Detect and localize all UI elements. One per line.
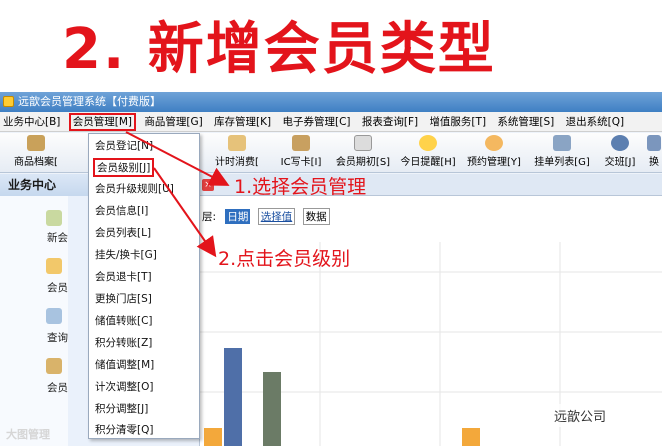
menu-member-management[interactable]: 会员管理[M]: [68, 113, 137, 131]
menu-reports[interactable]: 报表查询[F]: [359, 112, 421, 132]
toolbar-label: 换: [649, 157, 659, 168]
app-icon: [3, 96, 14, 107]
menu-item-upgrade-rules[interactable]: 会员升级规则[U]: [95, 181, 174, 196]
banner: 2. 新增会员类型: [0, 0, 662, 84]
toolbar-member-opening[interactable]: 会员期初[S]: [334, 135, 392, 171]
menu-item-points-adjust[interactable]: 积分调整[J]: [95, 401, 148, 416]
menu-business-center[interactable]: 业务中心[B]: [0, 112, 63, 132]
toolbar-label: 今日提醒[H]: [400, 157, 456, 168]
menu-item-member-level[interactable]: 会员级别[J]: [93, 158, 155, 177]
menu-item-report-loss[interactable]: 挂失/换卡[G]: [95, 247, 157, 262]
menu-item-member-info[interactable]: 会员信息[I]: [95, 203, 148, 218]
chart-bar-orange: [204, 428, 222, 446]
title-bar: 远歆会员管理系统【付费版】: [0, 92, 662, 112]
toolbar-label: 计时消费[: [215, 157, 259, 168]
clock-icon: [485, 135, 503, 151]
watermark-right: 远歆公司: [550, 404, 611, 427]
close-icon[interactable]: ×: [202, 179, 214, 191]
toolbar-today-reminder[interactable]: 今日提醒[H]: [398, 135, 458, 171]
bell-icon: [419, 135, 437, 151]
card-icon: [292, 135, 310, 151]
menu-value-added[interactable]: 增值服务[T]: [426, 112, 489, 132]
toolbar-label: 会员期初[S]: [335, 157, 391, 168]
chart-bar-blue: [224, 348, 242, 446]
menu-item-points-transfer[interactable]: 积分转账[Z]: [95, 335, 152, 350]
banner-title: 2. 新增会员类型: [62, 17, 496, 82]
hourglass-icon: [228, 135, 246, 151]
menu-item-stored-adjust[interactable]: 储值调整[M]: [95, 357, 154, 372]
filter-select-value[interactable]: 选择值: [257, 208, 296, 225]
toolbar-shift-handover[interactable]: 交班[J]: [600, 135, 640, 171]
toolbar-label: 交班[J]: [604, 157, 636, 168]
menu-item-stored-transfer[interactable]: 储值转账[C]: [95, 313, 153, 328]
menu-inventory-management[interactable]: 库存管理[K]: [211, 112, 274, 132]
toolbar-pending-orders[interactable]: 挂单列表[G]: [532, 135, 592, 171]
left-item-member[interactable]: 会员: [2, 280, 68, 295]
filter-data[interactable]: 数据: [302, 208, 330, 225]
toolbar-label: 商品档案[: [14, 157, 58, 168]
search-icon: [46, 308, 62, 324]
menu-item-change-store[interactable]: 更换门店[S]: [95, 291, 152, 306]
member-icon: [46, 358, 62, 374]
annotation-step2: 2.点击会员级别: [218, 248, 351, 270]
member-icon: [46, 258, 62, 274]
member-management-dropdown: 会员登记[N] 会员级别[J] 会员升级规则[U] 会员信息[I] 会员列表[L…: [88, 133, 200, 439]
menu-exit[interactable]: 退出系统[Q]: [563, 112, 627, 132]
menu-item-points-clear[interactable]: 积分清零[Q]: [95, 422, 153, 437]
filter-date[interactable]: 日期: [225, 209, 251, 224]
toolbar-timed-consumption[interactable]: 计时消费[: [206, 135, 268, 171]
left-item-query[interactable]: 查询: [2, 330, 68, 345]
menu-item-return-card[interactable]: 会员退卡[T]: [95, 269, 152, 284]
calendar-icon: [354, 135, 372, 151]
left-item-member-2[interactable]: 会员: [2, 380, 68, 395]
window-title: 远歆会员管理系统【付费版】: [18, 95, 161, 108]
swap-icon: [647, 135, 661, 151]
panel-body: 新会 会员 查询 会员: [0, 196, 68, 446]
chart-bar-orange-2: [462, 428, 480, 446]
toolbar-appointments[interactable]: 预约管理[Y]: [464, 135, 524, 171]
toolbar-label: IC写卡[I]: [280, 157, 322, 168]
watermark-left: 大图管理: [6, 428, 50, 441]
left-item-new-member[interactable]: 新会: [2, 230, 68, 245]
cart-icon: [553, 135, 571, 151]
member-icon: [46, 210, 62, 226]
chart-bar-green: [263, 372, 281, 446]
filter-prefix: 层:: [202, 211, 217, 223]
user-icon: [611, 135, 629, 151]
menu-system-management[interactable]: 系统管理[S]: [494, 112, 557, 132]
menu-item-count-adjust[interactable]: 计次调整[O]: [95, 379, 153, 394]
menu-product-management[interactable]: 商品管理[G]: [141, 112, 205, 132]
toolbar-swap[interactable]: 换: [646, 135, 662, 171]
toolbar-label: 挂单列表[G]: [534, 157, 590, 168]
toolbar-product-archive[interactable]: 商品档案[: [6, 135, 66, 171]
product-icon: [27, 135, 45, 151]
menu-bar: 业务中心[B] 会员管理[M] 商品管理[G] 库存管理[K] 电子券管理[C]…: [0, 112, 662, 132]
toolbar-label: 预约管理[Y]: [467, 157, 521, 168]
menu-item-member-register[interactable]: 会员登记[N]: [95, 138, 153, 153]
filter-bar: 层: 日期 选择值 数据: [200, 208, 334, 225]
annotation-step1: 1.选择会员管理: [234, 176, 367, 198]
menu-coupon-management[interactable]: 电子券管理[C]: [279, 112, 353, 132]
toolbar-ic-write-card[interactable]: IC写卡[I]: [276, 135, 326, 171]
menu-item-member-list[interactable]: 会员列表[L]: [95, 225, 151, 240]
